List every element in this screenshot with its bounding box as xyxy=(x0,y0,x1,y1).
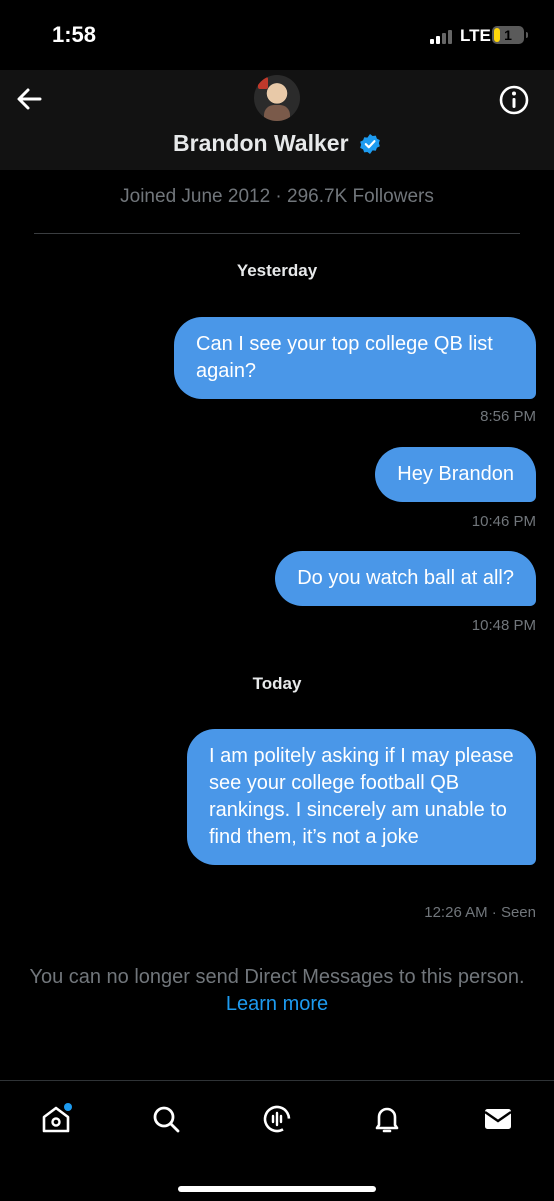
message-bubble[interactable]: Can I see your top college QB list again… xyxy=(174,317,536,399)
spaces-icon[interactable] xyxy=(257,1099,297,1139)
bottom-tab-bar xyxy=(0,1080,554,1201)
message-timestamp: 8:56 PM xyxy=(480,408,536,425)
profile-joined-info: Joined June 2012 · 296.7K Followers xyxy=(120,186,434,207)
verified-badge-icon xyxy=(359,133,381,155)
home-icon[interactable] xyxy=(36,1099,76,1139)
message-timestamp: 10:48 PM xyxy=(471,617,536,634)
arrow-left-icon[interactable] xyxy=(14,84,44,114)
avatar[interactable] xyxy=(254,75,300,121)
message-bubble[interactable]: Do you watch ball at all? xyxy=(275,551,536,606)
message-timestamp: 10:46 PM xyxy=(471,513,536,530)
message-timestamp: 12:26 AM · Seen xyxy=(424,904,536,921)
home-indicator xyxy=(178,1186,376,1192)
day-label: Today xyxy=(252,674,302,693)
contact-name-row[interactable]: Brandon Walker xyxy=(0,130,554,157)
search-icon[interactable] xyxy=(146,1099,186,1139)
message-bubble[interactable]: I am politely asking if I may please see… xyxy=(187,729,536,865)
message-bubble[interactable]: Hey Brandon xyxy=(375,447,536,502)
dm-disabled-notice: You can no longer send Direct Messages t… xyxy=(29,966,525,988)
network-type: LTE xyxy=(460,26,491,45)
battery-level: 1 xyxy=(504,27,512,43)
battery-icon: 1 xyxy=(492,26,528,44)
day-label: Yesterday xyxy=(236,261,318,280)
notification-dot xyxy=(64,1103,72,1111)
learn-more-link[interactable]: Learn more xyxy=(0,993,554,1016)
messages-icon[interactable] xyxy=(478,1099,518,1139)
info-circle-icon[interactable] xyxy=(498,84,530,116)
status-bar: 1:58 LTE 1 xyxy=(0,0,554,70)
divider xyxy=(34,233,520,234)
signal-icon xyxy=(430,28,454,44)
notifications-icon[interactable] xyxy=(367,1099,407,1139)
status-time: 1:58 xyxy=(52,22,97,47)
contact-name: Brandon Walker xyxy=(173,130,349,156)
conversation-header: Brandon Walker xyxy=(0,70,554,170)
